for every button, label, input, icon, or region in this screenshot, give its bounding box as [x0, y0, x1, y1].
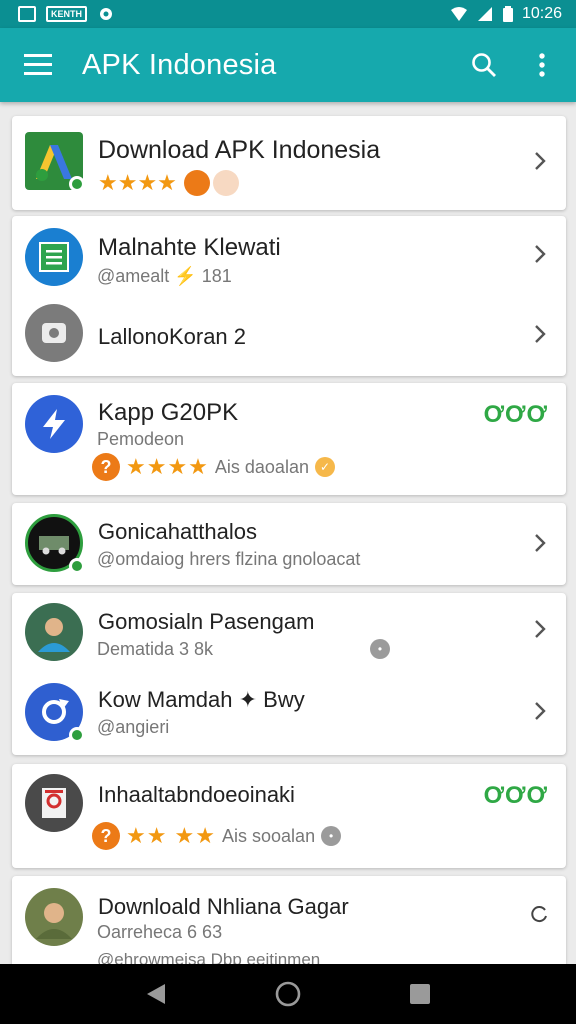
- list-item[interactable]: Gonicahatthalos @omdaiog hrers flzina gn…: [12, 503, 566, 585]
- app-subtitle: @ehrowmeisa Dbp eeitinmen: [97, 950, 321, 964]
- app-subtitle: @amealt ⚡ 181: [97, 266, 232, 286]
- screen: KENTH 10:26 APK Indonesia Download APK I…: [0, 0, 576, 1024]
- badge-icon: ✓: [314, 457, 335, 477]
- app-list: Download APK Indonesia ★★★★ Malnahte Kle…: [0, 102, 576, 964]
- help-icon: ?: [92, 453, 120, 481]
- app-title: Kapp G20PK: [98, 399, 239, 426]
- person-icon: [25, 603, 83, 661]
- chevron-right-icon[interactable]: [528, 531, 552, 555]
- menu-button[interactable]: [12, 39, 64, 91]
- app-title: Download APK Indonesia: [98, 136, 381, 164]
- recents-icon: [410, 984, 430, 1004]
- search-button[interactable]: [458, 39, 510, 91]
- list-item[interactable]: Download APK Indonesia ★★★★: [12, 116, 566, 210]
- avatar-icon: [25, 888, 83, 946]
- rating-row: ? ★★★★ Ais daoalan ✓: [92, 453, 335, 481]
- recents-button[interactable]: [400, 974, 440, 1014]
- list-item[interactable]: Inhaaltabndoeoinaki ? ★★ ★★ Ais sooalan …: [12, 764, 566, 868]
- menu-icon: [24, 54, 52, 75]
- camera-icon: [25, 304, 83, 362]
- navigation-bar: [0, 964, 576, 1024]
- app-bar: APK Indonesia: [0, 28, 576, 102]
- list-item[interactable]: Kow Mamdah ✦ Bwy @angieri: [12, 673, 566, 755]
- rating-text: Ais sooalan: [222, 825, 316, 846]
- rating-text: Ais daoalan: [214, 456, 309, 477]
- app-subtitle: Pemodeon: [97, 429, 185, 449]
- search-icon: [472, 53, 496, 77]
- app-subtitle: @angieri: [97, 717, 170, 737]
- chevron-right-icon[interactable]: [528, 322, 552, 346]
- back-icon: [147, 984, 165, 1004]
- recorder-icon: [25, 774, 83, 832]
- app-title: Gomosialn Pasengam: [98, 609, 315, 634]
- app-title: Inhaaltabndoeoinaki: [98, 782, 295, 807]
- app-subtitle: Oarreheca 6 63: [97, 922, 223, 942]
- list-item[interactable]: Downloald Nhliana Gagar Oarreheca 6 63 @…: [12, 876, 566, 964]
- rating-stars: ★★ ★★: [126, 823, 217, 848]
- chevron-right-icon[interactable]: [528, 149, 552, 173]
- settings-icon: [100, 8, 112, 20]
- home-icon: [275, 981, 301, 1007]
- app-subtitle: Dematida 3 8k: [97, 639, 214, 659]
- verified-mark: ƠƠƠ: [483, 401, 548, 428]
- installed-dot: [69, 558, 85, 574]
- rating-stars: ★★★★: [98, 170, 239, 196]
- list-item[interactable]: Gomosialn Pasengam Dematida 3 8k •: [12, 593, 566, 673]
- app-subtitle: @omdaiog hrers flzina gnoloacat: [97, 549, 361, 569]
- chevron-right-icon[interactable]: [528, 242, 552, 266]
- wifi-icon: [450, 7, 467, 21]
- refresh-icon[interactable]: [530, 904, 550, 924]
- verified-mark: ƠƠƠ: [483, 782, 548, 809]
- more-options-button[interactable]: [516, 39, 568, 91]
- badge-icon: •: [370, 639, 390, 659]
- document-icon: [25, 228, 83, 286]
- clock: 10:26: [521, 5, 562, 22]
- home-button[interactable]: [268, 974, 308, 1014]
- list-item-group: Malnahte Klewati @amealt ⚡ 181 LallonoKo…: [12, 216, 566, 376]
- notification-badge: KENTH: [46, 6, 87, 22]
- app-title: Kow Mamdah ✦ Bwy: [98, 687, 305, 712]
- app-title: LallonoKoran 2: [98, 324, 247, 349]
- list-item[interactable]: Kapp G20PK Pemodeon ? ★★★★ Ais daoalan ✓…: [12, 383, 566, 495]
- status-bar: KENTH 10:26: [0, 0, 576, 28]
- list-item[interactable]: Malnahte Klewati @amealt ⚡ 181: [12, 216, 566, 296]
- battery-icon: [502, 6, 513, 22]
- list-item-group: Gomosialn Pasengam Dematida 3 8k • Kow M…: [12, 593, 566, 755]
- installed-dot: [69, 727, 85, 743]
- app-title: Downloald Nhliana Gagar: [98, 894, 349, 919]
- bolt-icon: [25, 395, 83, 453]
- help-icon: ?: [92, 822, 120, 850]
- app-title: Malnahte Klewati: [98, 234, 281, 261]
- rating-row: ? ★★ ★★ Ais sooalan •: [92, 822, 342, 850]
- installed-dot: [69, 176, 85, 192]
- page-title: APK Indonesia: [82, 48, 277, 81]
- more-vert-icon: [539, 53, 545, 77]
- rating-stars: ★★★★: [126, 454, 209, 479]
- badge-icon: •: [321, 826, 342, 846]
- signal-icon: [477, 7, 492, 21]
- notification-icon: [18, 6, 36, 22]
- back-button[interactable]: [136, 974, 176, 1014]
- app-title: Gonicahatthalos: [98, 519, 257, 544]
- chevron-right-icon[interactable]: [528, 617, 552, 641]
- chevron-right-icon[interactable]: [528, 699, 552, 723]
- list-item[interactable]: LallonoKoran 2: [12, 296, 566, 376]
